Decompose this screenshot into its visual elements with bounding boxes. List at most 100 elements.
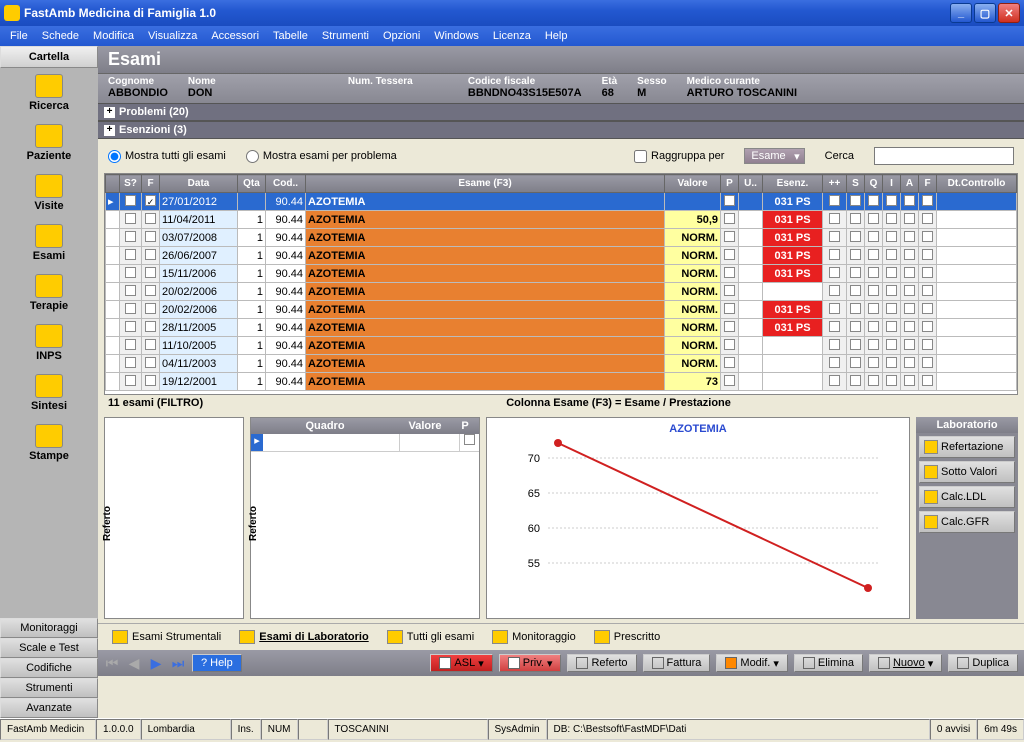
btn-referto[interactable]: Referto [567,654,636,672]
tab-tutti-esami[interactable]: Tutti gli esami [383,628,478,646]
radio-per-problem[interactable]: Mostra esami per problema [246,150,397,163]
minimize-button[interactable]: _ [950,3,972,23]
table-row[interactable]: 11/10/2005190.44AZOTEMIANORM. [106,337,1017,355]
table-row[interactable]: ▸27/01/201290.44AZOTEMIA031 PS [106,193,1017,211]
menu-visualizza[interactable]: Visualizza [142,28,203,44]
stampe-icon [35,424,63,448]
radio-all-exams[interactable]: Mostra tutti gli esami [108,150,226,163]
sidebar-tab-strumenti[interactable]: Strumenti [0,678,98,698]
btn-nuovo[interactable]: Nuovo▾ [869,654,942,672]
btn-elimina[interactable]: Elimina [794,654,863,672]
maximize-button[interactable]: ▢ [974,3,996,23]
chart-pane: AZOTEMIA 70 65 60 55 [486,417,910,619]
nav-terapie[interactable]: Terapie [0,268,98,318]
quadro-pane[interactable]: Referto Quadro Valore P ▸ [250,417,480,619]
menu-modifica[interactable]: Modifica [87,28,140,44]
menu-accessori[interactable]: Accessori [205,28,265,44]
group-by-combo[interactable]: Esame [744,148,804,164]
table-row[interactable]: 28/11/2005190.44AZOTEMIANORM.031 PS [106,319,1017,337]
col-header[interactable]: U.. [739,175,763,193]
menu-help[interactable]: Help [539,28,574,44]
nav-sintesi[interactable]: Sintesi [0,368,98,418]
menu-schede[interactable]: Schede [36,28,85,44]
tab-monitoraggio[interactable]: Monitoraggio [488,628,580,646]
menubar: File Schede Modifica Visualizza Accessor… [0,26,1024,46]
col-header[interactable]: Cod.. [266,175,306,193]
nav-stampe[interactable]: Stampe [0,418,98,468]
col-header[interactable]: F [142,175,160,193]
col-header[interactable]: Valore [665,175,721,193]
search-input[interactable] [874,147,1014,165]
btn-asl[interactable]: ASL▾ [430,654,492,672]
col-header[interactable]: Qta [238,175,266,193]
collapse-esenzioni[interactable]: +Esenzioni (3) [98,121,1024,139]
col-header[interactable]: F [919,175,937,193]
btn-calc-gfr[interactable]: Calc.GFR [919,511,1015,533]
menu-windows[interactable]: Windows [428,28,485,44]
close-button[interactable]: ✕ [998,3,1020,23]
col-header[interactable]: Esenz. [763,175,823,193]
table-row[interactable]: 03/07/2008190.44AZOTEMIANORM.031 PS [106,229,1017,247]
nav-ricerca[interactable]: Ricerca [0,68,98,118]
window-titlebar: FastAmb Medicina di Famiglia 1.0 _ ▢ ✕ [0,0,1024,26]
sidebar-tab-cartella[interactable]: Cartella [0,46,98,68]
sidebar-tab-monitoraggi[interactable]: Monitoraggi [0,618,98,638]
sidebar-tab-avanzate[interactable]: Avanzate [0,698,98,718]
col-header[interactable]: I [883,175,901,193]
menu-opzioni[interactable]: Opzioni [377,28,426,44]
table-row[interactable]: 20/02/2006190.44AZOTEMIANORM.031 PS [106,301,1017,319]
col-header[interactable] [106,175,120,193]
btn-fattura[interactable]: Fattura [643,654,711,672]
btn-duplica[interactable]: Duplica [948,654,1018,672]
patient-cf: BBNDNO43S15E507A [468,87,582,99]
btn-refertazione[interactable]: Refertazione [919,436,1015,458]
col-header[interactable]: P [721,175,739,193]
nav-visite[interactable]: Visite [0,168,98,218]
tab-prescritto[interactable]: Prescritto [590,628,664,646]
col-header[interactable]: Dt.Controllo [937,175,1017,193]
table-row[interactable]: 04/11/2003190.44AZOTEMIANORM. [106,355,1017,373]
col-header[interactable]: S [847,175,865,193]
table-row[interactable]: 11/04/2011190.44AZOTEMIA50,9031 PS [106,211,1017,229]
nav-first[interactable]: ⏮ [104,655,120,672]
col-header[interactable]: S? [120,175,142,193]
col-header[interactable]: Data [160,175,238,193]
collapse-problemi[interactable]: +Problemi (20) [98,103,1024,121]
menu-tabelle[interactable]: Tabelle [267,28,314,44]
nav-next[interactable]: ▶ [148,655,164,672]
check-group-by[interactable]: Raggruppa per [634,150,724,163]
nav-prev[interactable]: ◀ [126,655,142,672]
row-indicator-icon: ▸ [251,434,263,451]
col-header[interactable]: ++ [823,175,847,193]
menu-strumenti[interactable]: Strumenti [316,28,375,44]
menu-licenza[interactable]: Licenza [487,28,537,44]
table-row[interactable]: 20/02/2006190.44AZOTEMIANORM. [106,283,1017,301]
col-header[interactable]: Q [865,175,883,193]
col-header[interactable]: A [901,175,919,193]
menu-file[interactable]: File [4,28,34,44]
nav-esami[interactable]: Esami [0,218,98,268]
btn-calc-ldl[interactable]: Calc.LDL [919,486,1015,508]
col-header[interactable]: Esame (F3) [306,175,665,193]
table-row[interactable]: 15/11/2006190.44AZOTEMIANORM.031 PS [106,265,1017,283]
btn-modif[interactable]: Modif.▾ [716,654,788,672]
nav-paziente[interactable]: Paziente [0,118,98,168]
sidebar-tab-codifiche[interactable]: Codifiche [0,658,98,678]
referto-pane-1[interactable]: Referto [104,417,244,619]
quadro-check[interactable] [464,434,475,445]
table-row[interactable]: 26/06/2007190.44AZOTEMIANORM.031 PS [106,247,1017,265]
btn-priv[interactable]: Priv.▾ [499,654,562,672]
nav-last[interactable]: ⏭ [170,655,186,672]
sidebar-tab-scale-test[interactable]: Scale e Test [0,638,98,658]
table-row[interactable]: 19/12/2001190.44AZOTEMIA73 [106,373,1017,391]
patient-nome: DON [188,87,328,99]
svg-text:65: 65 [528,488,540,500]
exam-grid[interactable]: S?FDataQtaCod..Esame (F3)ValorePU..Esenz… [104,173,1018,395]
new-icon [878,657,890,669]
patient-sesso: M [637,87,666,99]
btn-sotto-valori[interactable]: Sotto Valori [919,461,1015,483]
tab-esami-laboratorio[interactable]: Esami di Laboratorio [235,628,372,646]
tab-esami-strumentali[interactable]: Esami Strumentali [108,628,225,646]
nav-inps[interactable]: INPS [0,318,98,368]
btn-help[interactable]: ?Help [192,654,242,672]
